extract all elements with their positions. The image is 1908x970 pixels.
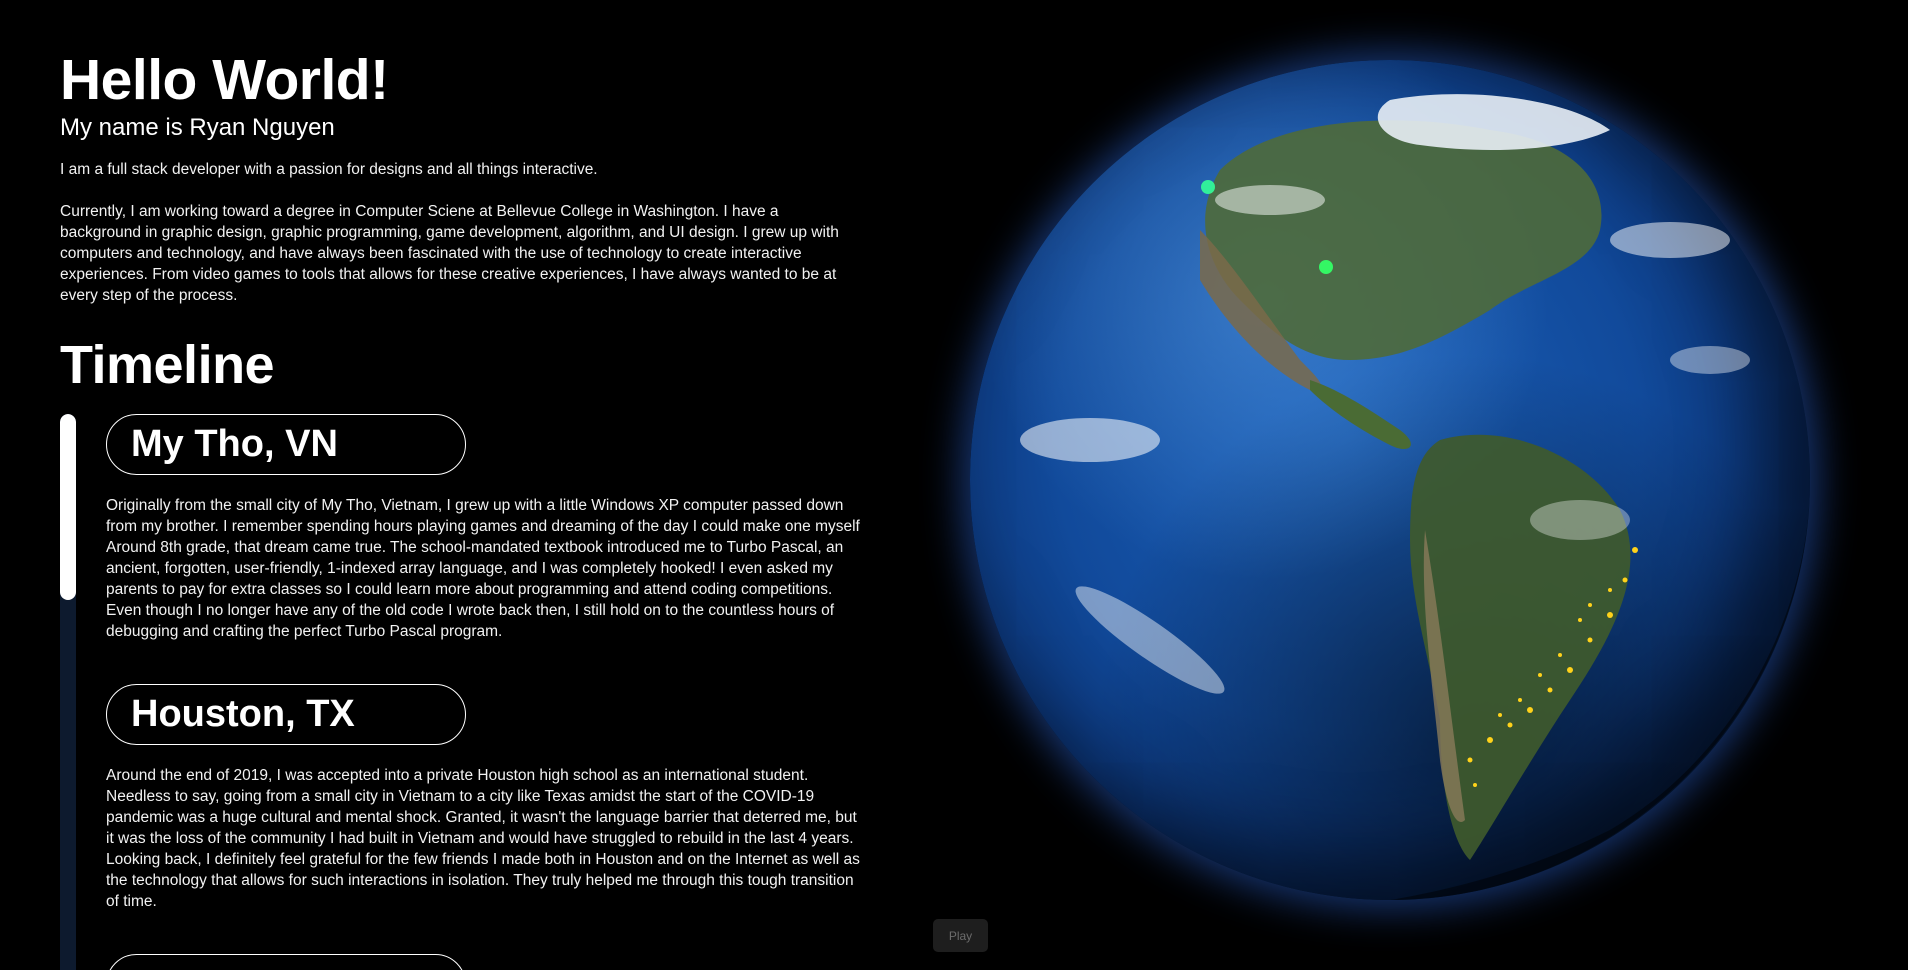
earth-globe[interactable]: [970, 60, 1810, 900]
timeline-place-next: [106, 954, 466, 970]
bio-paragraph: Currently, I am working toward a degree …: [60, 203, 839, 304]
timeline-place-houston: Houston, TX: [106, 684, 466, 745]
globe-canvas[interactable]: [940, 30, 1810, 910]
cloud: [1530, 500, 1630, 540]
about-panel: Hello World! My name is Ryan Nguyen I am…: [60, 0, 860, 970]
hero-title: Hello World!: [60, 48, 389, 112]
timeline-place-my-tho: My Tho, VN: [106, 414, 466, 475]
cloud: [1610, 222, 1730, 258]
page: Hello World! My name is Ryan Nguyen I am…: [0, 0, 1908, 970]
location-marker-icon: [1201, 180, 1215, 194]
cloud: [1075, 586, 1225, 694]
cloud: [1670, 346, 1750, 374]
greenland-ice: [1377, 94, 1610, 150]
cloud: [1215, 185, 1325, 215]
timeline-entry-text: Originally from the small city of My Tho…: [106, 497, 860, 640]
timeline-progress-fill: [60, 414, 76, 600]
play-button[interactable]: Play: [933, 919, 988, 952]
cloud: [1020, 418, 1160, 462]
south-america-landmass: [1410, 434, 1631, 860]
intro-paragraph: I am a full stack developer with a passi…: [60, 161, 598, 178]
globe-surface: [1020, 94, 1810, 900]
timeline-entry-text: Around the end of 2019, I was accepted i…: [106, 767, 860, 910]
timeline-title: Timeline: [60, 335, 275, 395]
location-marker-icon: [1319, 260, 1333, 274]
hero-subtitle: My name is Ryan Nguyen: [60, 114, 335, 141]
timeline-progress-track: [60, 414, 76, 970]
central-america: [1310, 380, 1411, 450]
